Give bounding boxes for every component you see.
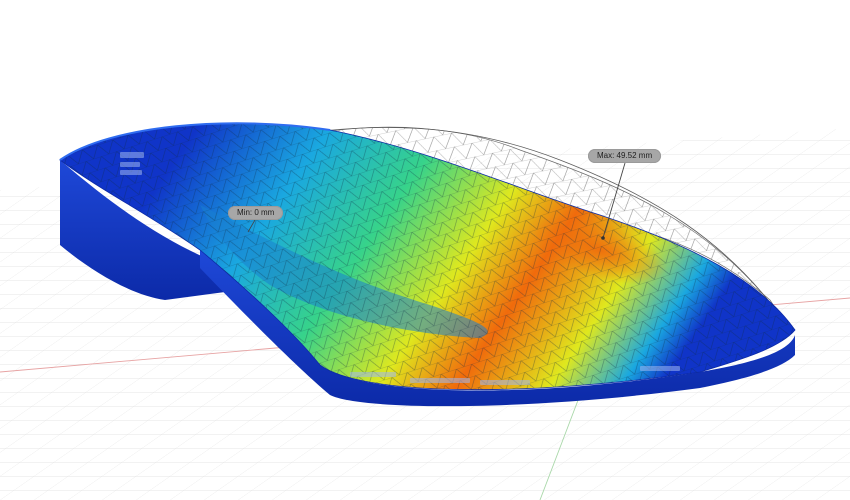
max-probe-point xyxy=(601,236,605,240)
max-displacement-probe[interactable]: Max: 49.52 mm xyxy=(588,149,662,163)
model-scene[interactable] xyxy=(0,0,850,500)
3d-viewport[interactable]: Min: 0 mm Max: 49.52 mm xyxy=(0,0,850,500)
min-displacement-probe[interactable]: Min: 0 mm xyxy=(228,206,284,220)
